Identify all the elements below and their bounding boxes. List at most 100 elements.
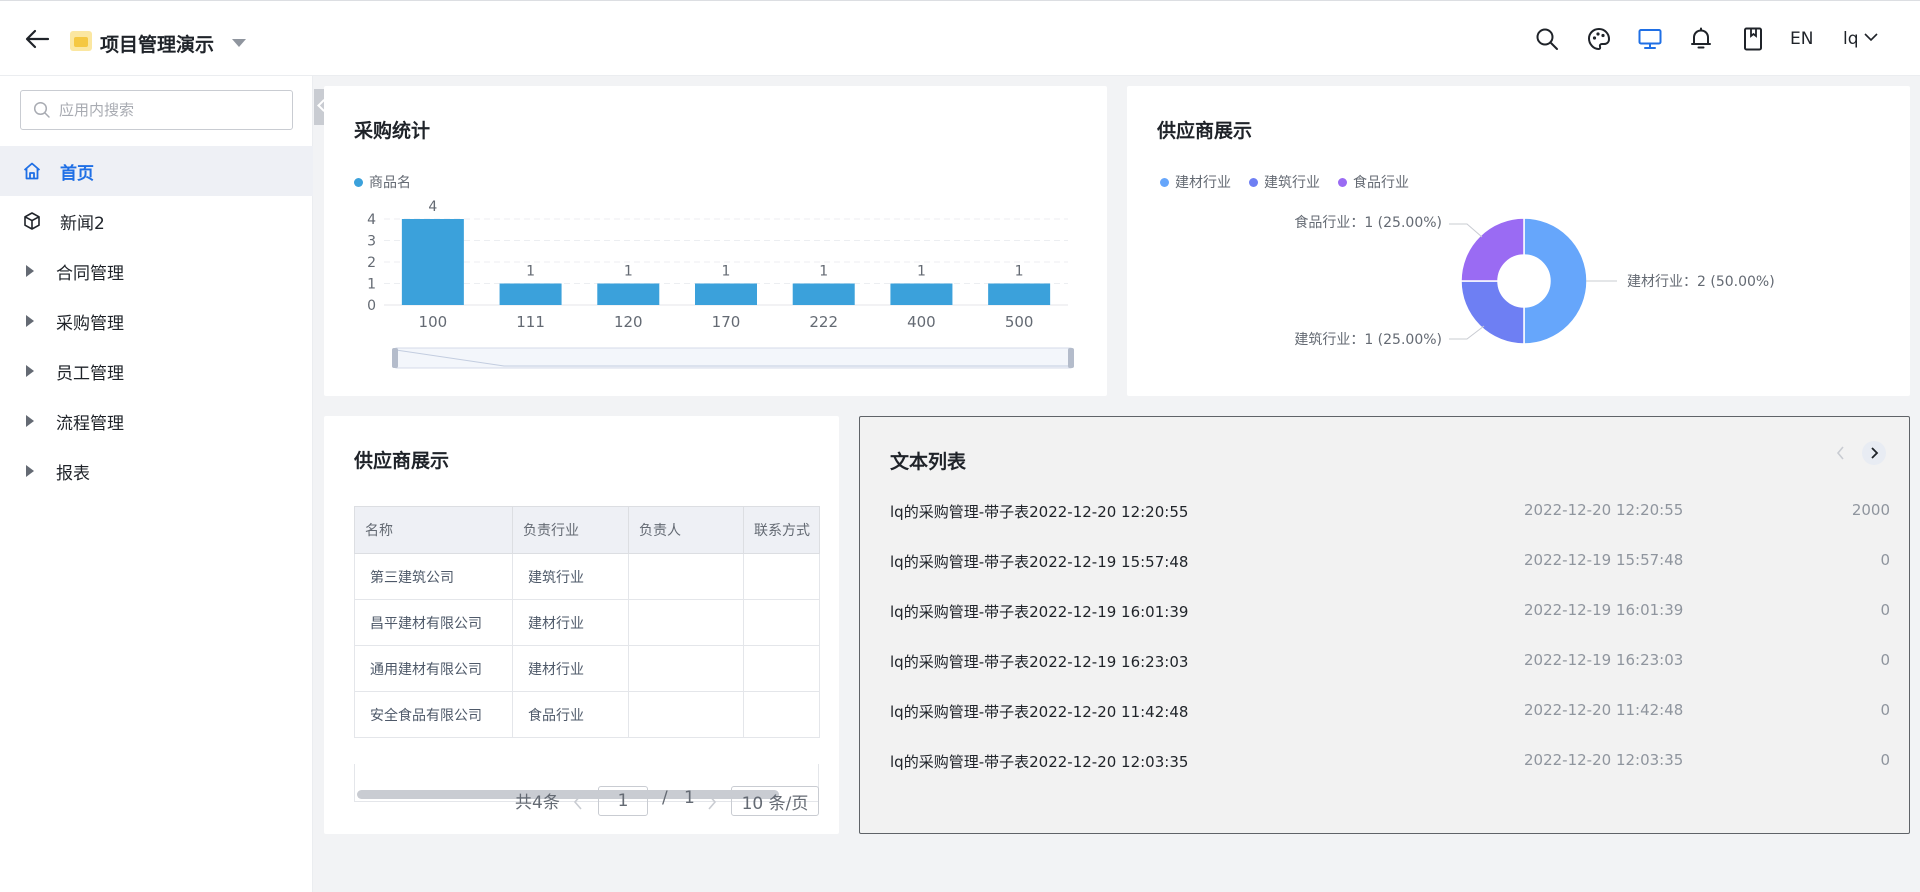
- next-arrow-button[interactable]: [1862, 441, 1886, 465]
- list-item-number: 0: [1880, 701, 1890, 719]
- sidebar-item-home[interactable]: 首页: [0, 146, 313, 196]
- sidebar-item-contract[interactable]: 合同管理: [0, 246, 313, 296]
- list-item[interactable]: lq的采购管理-带子表2022-12-20 12:03:35 2022-12-2…: [890, 741, 1890, 791]
- list-item[interactable]: lq的采购管理-带子表2022-12-20 12:20:55 2022-12-2…: [890, 491, 1890, 541]
- table-cell: 建材行业: [512, 645, 629, 692]
- sidebar-item-staff[interactable]: 员工管理: [0, 346, 313, 396]
- table-row[interactable]: 安全食品有限公司 食品行业: [354, 691, 820, 738]
- table-cell: 建材行业: [512, 599, 629, 646]
- y-tick-label: 1: [367, 277, 376, 293]
- data-label: 1: [722, 264, 731, 280]
- bar[interactable]: [792, 283, 855, 306]
- bell-icon[interactable]: [1688, 26, 1714, 52]
- label-leader-line: [1449, 223, 1483, 238]
- list-item-date: 2022-12-19 16:01:39: [1524, 601, 1684, 619]
- bar[interactable]: [695, 283, 757, 306]
- bar[interactable]: [499, 283, 562, 306]
- pie-slice[interactable]: [1523, 217, 1588, 345]
- sidebar-item-label: 报表: [56, 463, 90, 484]
- user-menu[interactable]: lq: [1843, 29, 1859, 49]
- back-arrow-icon[interactable]: [24, 27, 50, 51]
- zoom-slider-handle[interactable]: [1068, 348, 1074, 368]
- prev-page-icon[interactable]: [572, 793, 584, 811]
- page-input[interactable]: 1: [598, 786, 648, 816]
- sidebar-item-label: 新闻2: [60, 213, 105, 234]
- sidebar-item-label: 合同管理: [56, 263, 124, 284]
- page-size-select[interactable]: 10 条/页: [731, 786, 819, 816]
- x-tick-label: 100: [419, 313, 448, 331]
- next-page-icon[interactable]: [706, 793, 718, 811]
- table-row[interactable]: 昌平建材有限公司 建材行业: [354, 599, 820, 646]
- table-cell: [743, 553, 820, 600]
- x-tick-label: 120: [614, 313, 643, 331]
- table-row[interactable]: 第三建筑公司 建筑行业: [354, 553, 820, 600]
- sidebar: 首页 新闻2 合同管理 采购管理 员工管理 流程管理 报表: [0, 76, 313, 892]
- panel-title: 供应商展示: [354, 450, 450, 472]
- sidebar-item-label: 流程管理: [56, 413, 124, 434]
- sidebar-item-report[interactable]: 报表: [0, 446, 313, 496]
- bar[interactable]: [890, 283, 953, 306]
- list-item-title: lq的采购管理-带子表2022-12-19 15:57:48: [890, 553, 1189, 571]
- sidebar-item-process[interactable]: 流程管理: [0, 396, 313, 446]
- bar-chart: 012344100111111201170122214001500: [367, 199, 1074, 369]
- list-item[interactable]: lq的采购管理-带子表2022-12-19 15:57:48 2022-12-1…: [890, 541, 1890, 591]
- sidebar-search[interactable]: [20, 90, 293, 130]
- x-tick-label: 222: [809, 313, 838, 331]
- bar[interactable]: [988, 283, 1051, 306]
- slice-label: 食品行业：1 (25.00%): [1294, 214, 1442, 231]
- bar[interactable]: [401, 219, 464, 305]
- language-switch[interactable]: EN: [1790, 29, 1813, 49]
- purchase-stats-panel: 采购统计 商品名 0 1 2 3 4 4 100 1 111 1 120 1 170 1 222 1 400 1 5…: [324, 86, 1107, 396]
- slice-label: 建筑行业：1 (25.00%): [1294, 332, 1442, 348]
- column-header[interactable]: 负责行业: [512, 506, 629, 554]
- column-header[interactable]: 联系方式: [743, 506, 820, 554]
- sidebar-item-purchase[interactable]: 采购管理: [0, 296, 313, 346]
- list-item-title: lq的采购管理-带子表2022-12-20 12:03:35: [890, 753, 1189, 771]
- caret-right-icon: [26, 465, 34, 477]
- list-item-date: 2022-12-19 15:57:48: [1524, 551, 1684, 569]
- pager-pages: 1: [684, 788, 695, 808]
- pager-total: 共4条: [515, 793, 560, 813]
- list-item-title: lq的采购管理-带子表2022-12-19 16:01:39: [890, 603, 1189, 621]
- x-tick-label: 400: [907, 313, 936, 331]
- desktop-icon[interactable]: [1637, 26, 1663, 52]
- list-item-number: 2000: [1851, 501, 1890, 519]
- x-tick-label: 170: [712, 313, 741, 331]
- label-leader-line: [1449, 325, 1485, 340]
- caret-down-icon[interactable]: [232, 39, 246, 47]
- donut-chart: 建材行业：2 (50.00%) 建筑行业：1 (25.00%) 食品行业：1 (25…: [1294, 214, 1774, 348]
- list-item-number: 0: [1880, 651, 1890, 669]
- list-item[interactable]: lq的采购管理-带子表2022-12-19 16:23:03 2022-12-1…: [890, 641, 1890, 691]
- table-cell: 建筑行业: [512, 553, 629, 600]
- sidebar-item-news[interactable]: 新闻2: [0, 196, 313, 246]
- table-row[interactable]: 通用建材有限公司 建材行业: [354, 645, 820, 692]
- search-input[interactable]: [59, 99, 279, 121]
- table-cell: [628, 599, 744, 646]
- text-list-panel: 文本列表 lq的采购管理-带子表2022-12-20 12:20:55 2022…: [859, 416, 1910, 834]
- book-icon[interactable]: [1740, 26, 1766, 52]
- panel-title: 文本列表: [890, 451, 967, 473]
- zoom-slider-handle[interactable]: [392, 348, 398, 368]
- list-item[interactable]: lq的采购管理-带子表2022-12-19 16:01:39 2022-12-1…: [890, 591, 1890, 641]
- data-label: 1: [819, 264, 828, 280]
- top-header: 项目管理演示 EN lq: [0, 0, 1920, 76]
- bar[interactable]: [597, 283, 660, 306]
- app-title[interactable]: 项目管理演示: [100, 30, 214, 57]
- x-tick-label: 111: [516, 313, 545, 331]
- prev-arrow-icon[interactable]: [1835, 445, 1847, 461]
- table-cell: [743, 599, 820, 646]
- table-cell: [628, 691, 744, 738]
- pie-slice[interactable]: [1460, 280, 1525, 345]
- caret-right-icon: [26, 415, 34, 427]
- table-cell: [743, 645, 820, 692]
- palette-icon[interactable]: [1586, 26, 1612, 52]
- column-header[interactable]: 名称: [354, 506, 513, 554]
- column-header[interactable]: 负责人: [628, 506, 744, 554]
- list-item-number: 0: [1880, 751, 1890, 769]
- list-item[interactable]: lq的采购管理-带子表2022-12-20 11:42:48 2022-12-2…: [890, 691, 1890, 741]
- table-cell: [743, 691, 820, 738]
- chevron-down-icon[interactable]: [1864, 32, 1878, 42]
- search-icon[interactable]: [1534, 26, 1560, 52]
- cube-icon: [24, 212, 40, 230]
- table-cell: 昌平建材有限公司: [354, 599, 513, 646]
